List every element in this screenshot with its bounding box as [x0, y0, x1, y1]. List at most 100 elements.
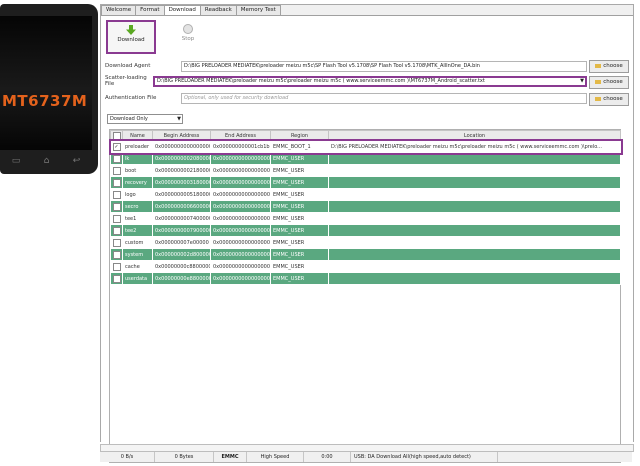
menu-icon: ▭	[11, 156, 21, 166]
header-end-address[interactable]: End Address	[210, 130, 271, 141]
status-speed: 0 B/s	[100, 452, 155, 462]
download-mode-select[interactable]: Download Only ▼	[107, 114, 183, 124]
chevron-down-icon: ▼	[177, 116, 181, 122]
cell-region: EMMC_BOOT_1	[270, 140, 329, 153]
row-checkbox[interactable]	[112, 214, 121, 223]
cell-region: EMMC_USER	[270, 152, 329, 165]
table-row[interactable]: tee2 0x0000000007900000 0x0000000000000000…	[110, 224, 621, 237]
status-storage: EMMC	[214, 452, 247, 462]
cell-location	[328, 224, 621, 237]
row-checkbox-cell[interactable]	[110, 236, 123, 249]
choose-scatter-button[interactable]: choose	[589, 76, 629, 89]
row-checkbox-cell[interactable]	[110, 176, 123, 189]
cell-name: lk	[122, 152, 153, 165]
cell-location	[328, 152, 621, 165]
row-checkbox[interactable]	[112, 190, 121, 199]
cell-end-address: 0x0000000000000000	[210, 152, 271, 165]
download-agent-row: Download Agent D:\BIG PRELOADER MEDIATEK…	[105, 60, 587, 72]
cell-location	[328, 248, 621, 261]
row-checkbox[interactable]	[112, 166, 121, 175]
tab-memory-test[interactable]: Memory Test	[235, 5, 281, 15]
select-all-checkbox[interactable]	[112, 131, 121, 140]
row-checkbox-cell[interactable]	[110, 260, 123, 273]
choose-download-agent-button[interactable]: choose	[589, 60, 629, 73]
cell-begin-address: 0x0000000007900000	[152, 224, 211, 237]
main-window: Welcome Format Download Readback Memory …	[100, 4, 634, 463]
cell-end-address: 0x0000000000000000	[210, 236, 271, 249]
cell-region: EMMC_USER	[270, 176, 329, 189]
cell-begin-address: 0x0000000006600000	[152, 200, 211, 213]
tab-welcome[interactable]: Welcome	[101, 5, 137, 15]
stop-button[interactable]: Stop	[165, 20, 211, 50]
row-checkbox-cell[interactable]	[110, 224, 123, 237]
header-location[interactable]: Location	[328, 130, 621, 141]
table-row[interactable]: boot 0x0000000002180000 0x0000000000000000…	[110, 164, 621, 177]
row-checkbox-cell[interactable]	[110, 272, 123, 285]
header-name[interactable]: Name	[122, 130, 153, 141]
tab-readback[interactable]: Readback	[199, 5, 237, 15]
row-checkbox-cell[interactable]	[110, 152, 123, 165]
download-button[interactable]: Download	[106, 20, 156, 54]
row-checkbox-cell[interactable]: ✓	[110, 140, 123, 153]
table-header-row: Name Begin Address End Address Region Lo…	[110, 130, 621, 141]
table-row[interactable]: system 0x000000002d800000 0x00000000000000…	[110, 248, 621, 261]
row-checkbox[interactable]	[112, 250, 121, 259]
cell-region: EMMC_USER	[270, 164, 329, 177]
row-checkbox[interactable]	[112, 238, 121, 247]
row-checkbox[interactable]	[112, 262, 121, 271]
choose-label: choose	[603, 96, 623, 102]
tab-format[interactable]: Format	[135, 5, 165, 15]
table-row[interactable]: recovery 0x0000000003180000 0x000000000000…	[110, 176, 621, 189]
cell-name: boot	[122, 164, 153, 177]
cell-name: tee2	[122, 224, 153, 237]
row-checkbox-cell[interactable]	[110, 248, 123, 261]
table-row[interactable]: tee1 0x0000000007400000 0x0000000000000000…	[110, 212, 621, 225]
row-checkbox-cell[interactable]	[110, 212, 123, 225]
table-row[interactable]: ✓ preloader 0x0000000000000000 0x0000000000…	[108, 138, 623, 155]
download-mode-value: Download Only	[110, 116, 148, 122]
cell-name: cache	[122, 260, 153, 273]
table-row[interactable]: secro 0x0000000006600000 0x000000000000000…	[110, 200, 621, 213]
cell-begin-address: 0x0000000005180000	[152, 188, 211, 201]
download-agent-label: Download Agent	[105, 63, 151, 69]
row-checkbox[interactable]: ✓	[112, 142, 121, 151]
row-checkbox[interactable]	[112, 226, 121, 235]
auth-field[interactable]: Optional, only used for security downloa…	[181, 92, 587, 104]
header-check[interactable]	[110, 130, 123, 141]
download-agent-field[interactable]: D:\BIG PRELOADER MEDIATEK\preloader meiz…	[181, 60, 587, 72]
tab-bar: Welcome Format Download Readback Memory …	[101, 5, 281, 16]
cell-region: EMMC_USER	[270, 188, 329, 201]
cell-region: EMMC_USER	[270, 224, 329, 237]
progress-bar	[100, 444, 634, 452]
table-row[interactable]: userdata 0x00000000e8800000 0x000000000000…	[110, 272, 621, 285]
table-row[interactable]: lk 0x0000000002080000 0x0000000000000000 EM…	[110, 152, 621, 165]
row-checkbox-cell[interactable]	[110, 164, 123, 177]
cell-region: EMMC_USER	[270, 260, 329, 273]
folder-icon	[595, 96, 602, 101]
row-checkbox[interactable]	[112, 202, 121, 211]
table-row[interactable]: cache 0x00000000c8800000 0x000000000000000…	[110, 260, 621, 273]
status-bar: 0 B/s 0 Bytes EMMC High Speed 0:00 USB: …	[100, 452, 632, 462]
cell-end-address: 0x0000000000000000	[210, 164, 271, 177]
table-row[interactable]: logo 0x0000000005180000 0x0000000000000000…	[110, 188, 621, 201]
row-checkbox[interactable]	[112, 178, 121, 187]
row-checkbox[interactable]	[112, 154, 121, 163]
scatter-field[interactable]: D:\BIG PRELOADER MEDIATEK\preloader meiz…	[153, 75, 587, 87]
header-region[interactable]: Region	[270, 130, 329, 141]
phone-image: MT6737M ▭ ⌂ ↩	[0, 4, 98, 174]
cell-location	[328, 236, 621, 249]
choose-label: choose	[603, 79, 623, 85]
stop-icon	[183, 24, 193, 34]
cell-name: recovery	[122, 176, 153, 189]
row-checkbox-cell[interactable]	[110, 188, 123, 201]
row-checkbox[interactable]	[112, 274, 121, 283]
cell-end-address: 0x0000000000000000	[210, 188, 271, 201]
row-checkbox-cell[interactable]	[110, 200, 123, 213]
header-begin-address[interactable]: Begin Address	[152, 130, 211, 141]
cell-begin-address: 0x00000000c8800000	[152, 260, 211, 273]
choose-auth-button[interactable]: choose	[589, 93, 629, 106]
cell-end-address: 0x0000000000000000	[210, 260, 271, 273]
auth-row: Authentication File Optional, only used …	[105, 92, 587, 104]
table-row[interactable]: custom 0x000000007e00000 0x000000000000000…	[110, 236, 621, 249]
cell-end-address: 0x0000000000000000	[210, 212, 271, 225]
